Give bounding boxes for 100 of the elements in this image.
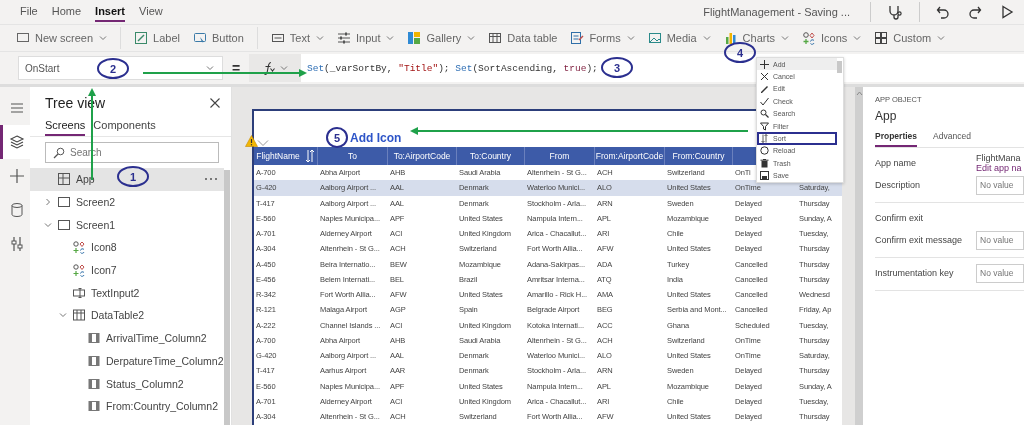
table-icon <box>72 308 86 323</box>
menu-tab[interactable]: Insert <box>95 2 126 22</box>
bar-chart-icon <box>723 31 738 45</box>
property-label: Confirm exit message <box>875 235 964 245</box>
tree-item[interactable]: Screen1 <box>30 213 224 237</box>
caret-icon[interactable] <box>937 35 946 41</box>
caret-icon[interactable] <box>386 35 395 41</box>
toolbar-button[interactable]: New screen <box>16 31 108 45</box>
label-icon <box>134 31 149 45</box>
column-header[interactable]: To:AirportCode <box>388 147 457 165</box>
pencil-icon <box>760 84 769 94</box>
caret-icon[interactable] <box>316 35 324 41</box>
caret-icon[interactable] <box>702 35 711 41</box>
property-value: FlightMana <box>976 153 1022 163</box>
toolbar-button[interactable]: Media <box>647 31 711 45</box>
tab[interactable]: Properties <box>875 131 918 147</box>
caret-icon[interactable] <box>853 35 862 41</box>
column-header[interactable]: FlightName <box>254 147 318 165</box>
column-header[interactable]: From <box>525 147 595 165</box>
caret-icon[interactable] <box>206 65 214 71</box>
play-icon[interactable] <box>1000 5 1014 19</box>
column-icon <box>87 399 101 414</box>
toolbar-button[interactable]: Charts <box>723 31 789 45</box>
column-header[interactable]: To:Country <box>457 147 525 165</box>
tab[interactable]: Screens <box>45 119 86 136</box>
callout-number: 1 <box>117 166 149 187</box>
tree-item[interactable]: Icon7 <box>30 258 224 282</box>
column-icon <box>87 331 101 346</box>
text-field[interactable]: No value <box>976 175 1024 195</box>
more-icon[interactable] <box>204 177 218 182</box>
edit-link[interactable]: Edit app na <box>976 163 1022 173</box>
image-icon <box>647 31 662 45</box>
redo-icon[interactable] <box>968 5 982 19</box>
caret-icon[interactable] <box>99 35 108 41</box>
scrollbar[interactable] <box>224 170 230 425</box>
filter-icon <box>760 121 769 131</box>
toolbar-button[interactable]: Data table <box>488 31 558 45</box>
property-label: Confirm exit <box>875 213 924 223</box>
text-field[interactable]: No value <box>976 263 1024 283</box>
column-header[interactable]: From:AirportCode <box>595 147 665 165</box>
toolbar-button[interactable]: Gallery <box>407 31 476 45</box>
document-title: FlightManagement - Saving ... <box>703 6 850 18</box>
callout-number: 5 <box>326 127 348 148</box>
caret-icon[interactable] <box>781 35 789 41</box>
tree-item[interactable]: DerpatureTime_Column2 <box>30 349 224 373</box>
chevron-icon <box>59 311 67 320</box>
tree-item[interactable]: ArrivalTime_Column2 <box>30 326 224 350</box>
menu-tab[interactable]: File <box>20 2 38 22</box>
caret-icon[interactable] <box>626 35 635 41</box>
callout-caption: Add Icon <box>350 130 402 145</box>
tree-item[interactable]: Status_Column2 <box>30 372 224 395</box>
screen-icon <box>16 31 30 45</box>
scroll-up-icon <box>855 91 863 96</box>
chevron-icon <box>44 220 52 229</box>
function-button[interactable] <box>249 54 301 82</box>
column-header[interactable]: To <box>318 147 388 165</box>
close-icon <box>760 72 769 82</box>
layers-icon <box>8 134 25 150</box>
menu-tab[interactable]: Home <box>51 2 82 22</box>
toolbar-button[interactable]: Forms <box>570 31 635 45</box>
toolbar-button[interactable]: Input <box>337 31 395 45</box>
toolbar-button[interactable]: Text <box>270 31 324 45</box>
function-icon <box>262 61 276 75</box>
tree-item[interactable]: Screen2 <box>30 190 224 214</box>
button-icon <box>193 31 207 45</box>
close-icon[interactable] <box>209 97 221 109</box>
property-label: Instrumentation key <box>875 268 955 278</box>
caret-icon[interactable] <box>280 65 288 71</box>
menu-tab[interactable]: View <box>139 2 163 22</box>
caret-icon[interactable] <box>467 35 476 41</box>
stethoscope-icon[interactable] <box>887 4 903 20</box>
table-icon <box>488 31 503 45</box>
callout-number: 4 <box>724 42 756 63</box>
tree-item[interactable]: DataTable2 <box>30 304 224 327</box>
shapes-icon <box>72 240 86 255</box>
check-icon <box>760 96 769 106</box>
undo-icon[interactable] <box>936 5 950 19</box>
property-label: App name <box>875 158 918 168</box>
text-field[interactable]: No value <box>976 230 1024 250</box>
toolbar-button[interactable]: Label <box>134 31 180 45</box>
column-header[interactable]: From:Country <box>665 147 733 165</box>
tab[interactable]: Advanced <box>933 131 971 147</box>
gallery-icon <box>407 31 422 45</box>
object-name: App <box>875 109 898 123</box>
toolbar-button[interactable]: Icons <box>802 31 862 45</box>
sliders-icon <box>337 31 351 45</box>
trash-icon <box>760 158 769 168</box>
tree-item[interactable]: From:Country_Column2 <box>30 394 224 418</box>
form-icon <box>570 31 585 45</box>
toolbar-button[interactable]: Button <box>193 31 244 45</box>
callout-number: 3 <box>601 57 633 78</box>
tree-item[interactable]: Icon8 <box>30 236 224 259</box>
toolbar-button[interactable]: Custom <box>874 31 946 45</box>
callout-number: 2 <box>97 58 129 79</box>
scrollbar[interactable] <box>837 61 842 73</box>
column-icon <box>87 376 101 391</box>
tab[interactable]: Components <box>93 119 156 136</box>
search-icon <box>760 109 769 119</box>
chevron-icon <box>44 198 52 207</box>
tree-item[interactable]: TextInput2 <box>30 281 224 305</box>
